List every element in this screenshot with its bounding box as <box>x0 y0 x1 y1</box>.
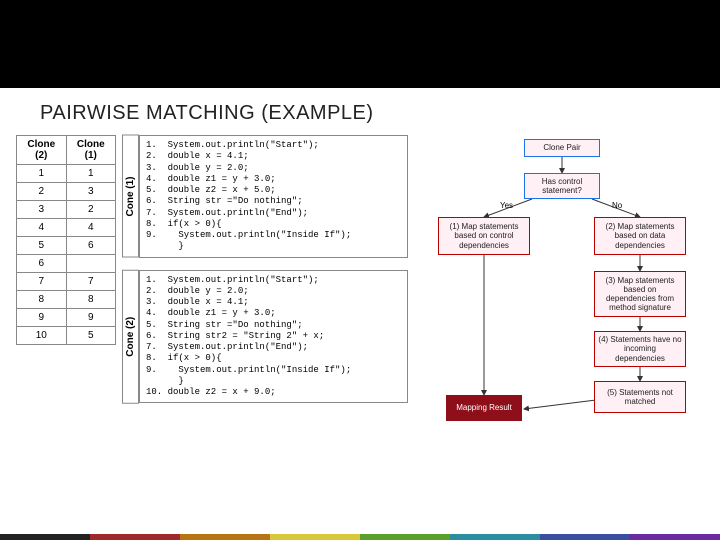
flowchart: Clone Pair Has control statement? Yes No… <box>414 135 712 403</box>
table-cell: 6 <box>17 255 67 273</box>
table-cell: 2 <box>66 201 116 219</box>
node-has-control: Has control statement? <box>524 173 600 199</box>
table-cell: 6 <box>66 237 116 255</box>
edge-no: No <box>612 201 622 210</box>
table-cell: 10 <box>17 327 67 345</box>
code-block-2: Cone (2) 1. System.out.println("Start");… <box>122 270 408 404</box>
table-cell: 3 <box>17 201 67 219</box>
table-cell: 5 <box>66 327 116 345</box>
table-cell: 2 <box>17 183 67 201</box>
edge-yes: Yes <box>500 201 513 210</box>
table-cell: 1 <box>17 165 67 183</box>
table-cell: 3 <box>66 183 116 201</box>
page-title: PAIRWISE MATCHING (EXAMPLE) <box>0 88 720 135</box>
table-cell: 1 <box>66 165 116 183</box>
node-step-2: (2) Map statements based on data depende… <box>594 217 686 255</box>
code1-label: Cone (1) <box>122 135 139 258</box>
table-cell: 7 <box>17 273 67 291</box>
node-step-3: (3) Map statements based on dependencies… <box>594 271 686 317</box>
mapping-table: Clone (2) Clone (1) 11233244566778899105 <box>16 135 116 345</box>
table-cell: 9 <box>17 309 67 327</box>
code2: 1. System.out.println("Start"); 2. doubl… <box>139 270 408 404</box>
mapping-table-panel: Clone (2) Clone (1) 11233244566778899105 <box>16 135 116 403</box>
table-cell: 4 <box>66 219 116 237</box>
table-cell: 9 <box>66 309 116 327</box>
top-banner <box>0 0 720 88</box>
table-header-clone2: Clone (2) <box>17 136 67 165</box>
code2-label: Cone (2) <box>122 270 139 404</box>
code-panels: Cone (1) 1. System.out.println("Start");… <box>122 135 408 403</box>
table-cell <box>66 255 116 273</box>
node-step-4: (4) Statements have no incoming dependen… <box>594 331 686 367</box>
table-cell: 8 <box>66 291 116 309</box>
node-mapping-result: Mapping Result <box>446 395 522 421</box>
code-block-1: Cone (1) 1. System.out.println("Start");… <box>122 135 408 258</box>
table-header-clone1: Clone (1) <box>66 136 116 165</box>
theme-colorbar <box>0 534 720 540</box>
table-cell: 5 <box>17 237 67 255</box>
table-cell: 8 <box>17 291 67 309</box>
node-step-5: (5) Statements not matched <box>594 381 686 413</box>
content-area: Clone (2) Clone (1) 11233244566778899105… <box>0 135 720 403</box>
table-cell: 7 <box>66 273 116 291</box>
node-clone-pair: Clone Pair <box>524 139 600 157</box>
table-cell: 4 <box>17 219 67 237</box>
code1: 1. System.out.println("Start"); 2. doubl… <box>139 135 408 258</box>
node-step-1: (1) Map statements based on control depe… <box>438 217 530 255</box>
